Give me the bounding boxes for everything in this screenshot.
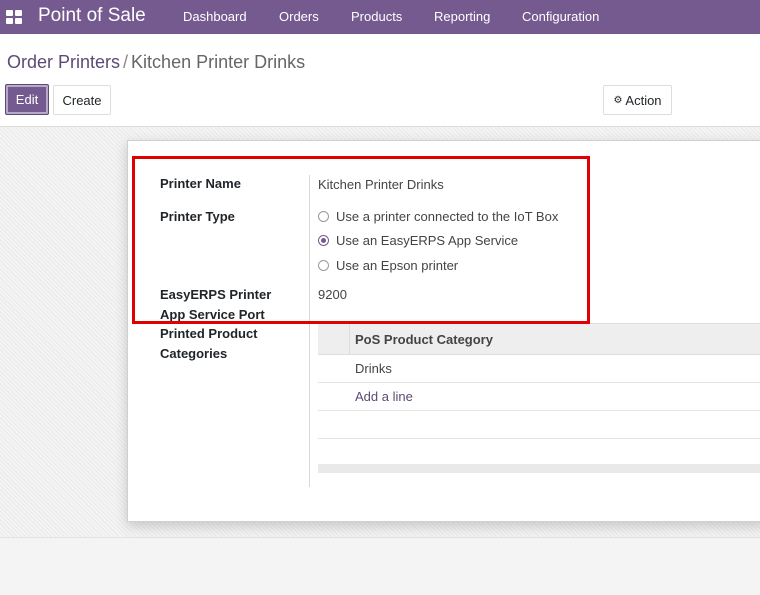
menu-reporting[interactable]: Reporting	[434, 9, 490, 24]
highlight-box	[132, 156, 590, 324]
empty-table-row	[318, 411, 760, 439]
menu-dashboard[interactable]: Dashboard	[183, 9, 247, 24]
table-footer	[318, 464, 760, 473]
apps-menu-icon[interactable]	[6, 10, 22, 24]
bottom-area	[0, 537, 760, 595]
app-name[interactable]: Point of Sale	[38, 5, 146, 27]
breadcrumb-current: Kitchen Printer Drinks	[131, 52, 306, 72]
breadcrumb-order-printers[interactable]: Order Printers	[7, 52, 120, 72]
top-navbar: Point of Sale Dashboard Orders Products …	[0, 0, 760, 34]
add-line-link[interactable]: Add a line	[355, 389, 413, 404]
breadcrumb-separator: /	[123, 52, 129, 72]
action-button[interactable]: ⚙ Action	[603, 85, 672, 115]
control-panel: Order Printers / Kitchen Printer Drinks Ed…	[0, 34, 760, 127]
categories-label-line1: Printed Product	[160, 326, 258, 341]
menu-configuration[interactable]: Configuration	[522, 9, 599, 24]
edit-button[interactable]: Edit	[5, 84, 49, 115]
row-handle-column	[318, 324, 350, 354]
menu-products[interactable]: Products	[351, 9, 402, 24]
categories-label-line2: Categories	[160, 346, 228, 361]
create-button[interactable]: Create	[53, 85, 111, 115]
menu-orders[interactable]: Orders	[279, 9, 319, 24]
breadcrumb: Order Printers / Kitchen Printer Drinks	[7, 52, 305, 73]
table-row[interactable]: Drinks	[318, 355, 760, 383]
column-header-pos-category[interactable]: PoS Product Category	[355, 332, 493, 347]
gear-icon: ⚙	[613, 94, 623, 106]
add-line-row[interactable]: Add a line	[318, 383, 760, 411]
categories-table-header: PoS Product Category	[318, 323, 760, 355]
action-label: Action	[625, 92, 662, 108]
category-cell[interactable]: Drinks	[355, 361, 392, 376]
